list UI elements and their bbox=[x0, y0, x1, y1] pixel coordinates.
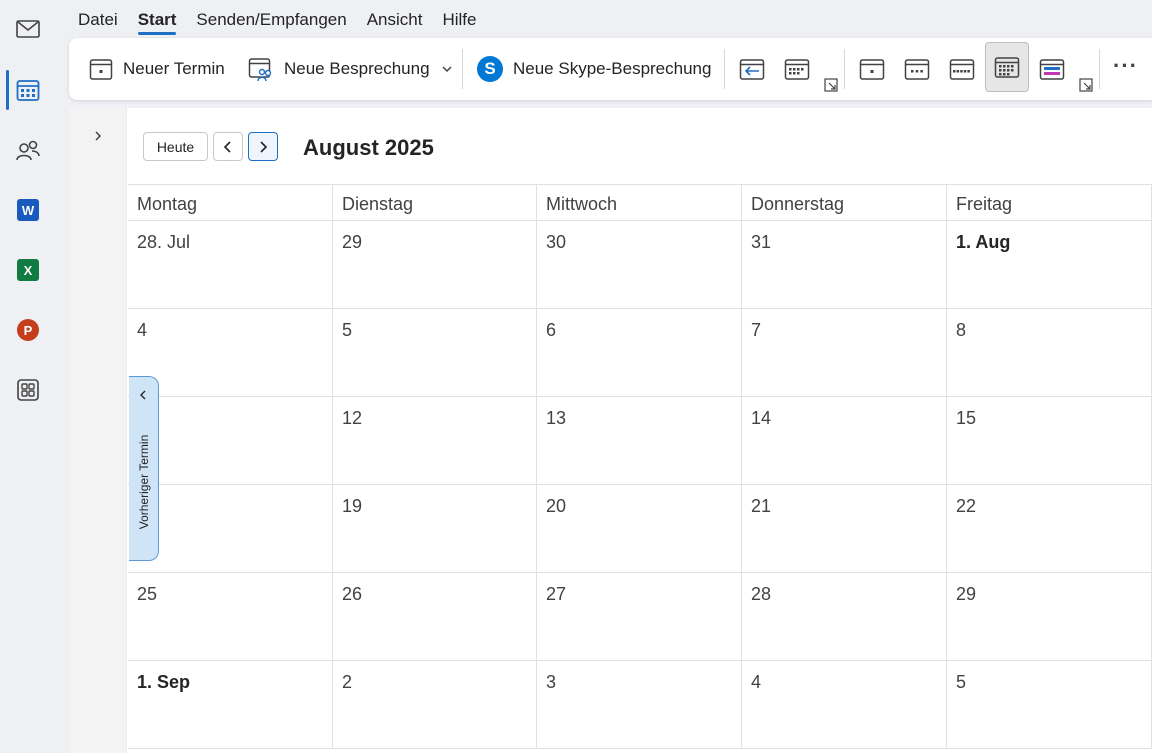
chevron-down-icon[interactable] bbox=[442, 65, 452, 73]
chevron-left-icon bbox=[223, 140, 231, 153]
day-cell[interactable]: 8 bbox=[947, 309, 1152, 397]
day-cell[interactable]: 26 bbox=[333, 573, 537, 661]
schedule-view-icon[interactable] bbox=[1035, 52, 1069, 86]
day-cell[interactable]: 30 bbox=[537, 221, 742, 309]
tab-hilfe[interactable]: Hilfe bbox=[432, 0, 486, 38]
dialog-launcher-icon[interactable] bbox=[1079, 78, 1093, 92]
day-cell[interactable]: 19 bbox=[333, 485, 537, 573]
new-meeting-button[interactable]: Neue Besprechung bbox=[248, 49, 452, 89]
tab-ansicht[interactable]: Ansicht bbox=[357, 0, 433, 38]
menu-bar: Datei Start Senden/Empfangen Ansicht Hil… bbox=[68, 0, 486, 38]
day-cell[interactable]: 3 bbox=[537, 661, 742, 749]
new-appointment-label: Neuer Termin bbox=[123, 59, 225, 78]
month-grid: Montag Dienstag Mittwoch Donnerstag Frei… bbox=[128, 184, 1152, 749]
more-options-button[interactable]: ··· bbox=[1113, 46, 1138, 86]
new-meeting-label: Neue Besprechung bbox=[284, 59, 430, 78]
ribbon-separator bbox=[724, 49, 725, 89]
previous-month-button[interactable] bbox=[213, 132, 243, 161]
new-skype-meeting-label: Neue Skype-Besprechung bbox=[513, 59, 712, 78]
day-cell[interactable]: 20 bbox=[537, 485, 742, 573]
day-cell[interactable]: 1. Sep bbox=[128, 661, 333, 749]
today-button[interactable]: Heute bbox=[143, 132, 208, 161]
go-to-today-icon[interactable] bbox=[735, 52, 769, 86]
app-rail: W X P bbox=[0, 0, 56, 753]
new-appointment-button[interactable]: Neuer Termin bbox=[89, 49, 225, 89]
day-cell[interactable]: 7 bbox=[742, 309, 947, 397]
next-month-button[interactable] bbox=[248, 132, 278, 161]
skype-icon: S bbox=[477, 56, 503, 82]
day-cell[interactable]: 28 bbox=[742, 573, 947, 661]
ribbon-separator bbox=[844, 49, 845, 89]
tab-datei[interactable]: Datei bbox=[68, 0, 128, 38]
day-cell[interactable]: 29 bbox=[947, 573, 1152, 661]
expand-pane-icon[interactable] bbox=[93, 130, 103, 142]
weekday-label: Freitag bbox=[947, 185, 1152, 220]
powerpoint-icon[interactable]: P bbox=[8, 310, 48, 350]
grid-body: 28. Jul2930311. Aug456781112131415181920… bbox=[128, 221, 1152, 749]
chevron-right-icon bbox=[260, 140, 268, 153]
tab-senden-empfangen[interactable]: Senden/Empfangen bbox=[186, 0, 356, 38]
previous-appointment-label: Vorheriger Termin bbox=[137, 434, 151, 530]
day-cell[interactable]: 21 bbox=[742, 485, 947, 573]
folder-pane bbox=[69, 108, 127, 753]
next-7-days-icon[interactable] bbox=[780, 52, 814, 86]
month-title: August 2025 bbox=[303, 135, 434, 160]
day-cell[interactable]: 2 bbox=[333, 661, 537, 749]
excel-icon[interactable]: X bbox=[8, 250, 48, 290]
people-icon[interactable] bbox=[8, 130, 48, 170]
chevron-left-icon bbox=[140, 390, 146, 400]
work-week-view-icon[interactable] bbox=[900, 52, 934, 86]
day-cell[interactable]: 27 bbox=[537, 573, 742, 661]
weekday-label: Montag bbox=[128, 185, 333, 220]
day-cell[interactable]: 5 bbox=[333, 309, 537, 397]
day-view-icon[interactable] bbox=[855, 52, 889, 86]
weekday-label: Dienstag bbox=[333, 185, 537, 220]
day-cell[interactable]: 14 bbox=[742, 397, 947, 485]
day-cell[interactable]: 4 bbox=[742, 661, 947, 749]
day-cell[interactable]: 5 bbox=[947, 661, 1152, 749]
day-cell[interactable]: 22 bbox=[947, 485, 1152, 573]
day-cell[interactable]: 15 bbox=[947, 397, 1152, 485]
weekday-label: Donnerstag bbox=[742, 185, 947, 220]
day-cell[interactable]: 28. Jul bbox=[128, 221, 333, 309]
new-meeting-icon bbox=[248, 58, 272, 82]
day-cell[interactable]: 13 bbox=[537, 397, 742, 485]
previous-appointment-button[interactable]: Vorheriger Termin bbox=[129, 376, 159, 561]
weekday-header: Montag Dienstag Mittwoch Donnerstag Frei… bbox=[128, 185, 1152, 221]
ribbon-separator bbox=[462, 49, 463, 89]
weekday-label: Mittwoch bbox=[537, 185, 742, 220]
day-cell[interactable]: 31 bbox=[742, 221, 947, 309]
day-cell[interactable]: 6 bbox=[537, 309, 742, 397]
calendar-icon[interactable] bbox=[8, 70, 48, 110]
day-cell[interactable]: 1. Aug bbox=[947, 221, 1152, 309]
tab-start[interactable]: Start bbox=[128, 0, 187, 38]
week-view-icon[interactable] bbox=[945, 52, 979, 86]
word-icon[interactable]: W bbox=[8, 190, 48, 230]
ribbon-separator bbox=[1099, 49, 1100, 89]
new-appointment-icon bbox=[89, 59, 113, 80]
mail-icon[interactable] bbox=[8, 9, 48, 49]
day-cell[interactable]: 25 bbox=[128, 573, 333, 661]
dialog-launcher-icon[interactable] bbox=[824, 78, 838, 92]
new-skype-meeting-button[interactable]: S Neue Skype-Besprechung bbox=[477, 49, 711, 89]
day-cell[interactable]: 12 bbox=[333, 397, 537, 485]
day-cell[interactable]: 29 bbox=[333, 221, 537, 309]
month-view-icon[interactable] bbox=[985, 42, 1029, 92]
apps-icon[interactable] bbox=[8, 370, 48, 410]
ribbon: Neuer Termin Neue Besprechung S Neue Sky… bbox=[69, 38, 1152, 100]
